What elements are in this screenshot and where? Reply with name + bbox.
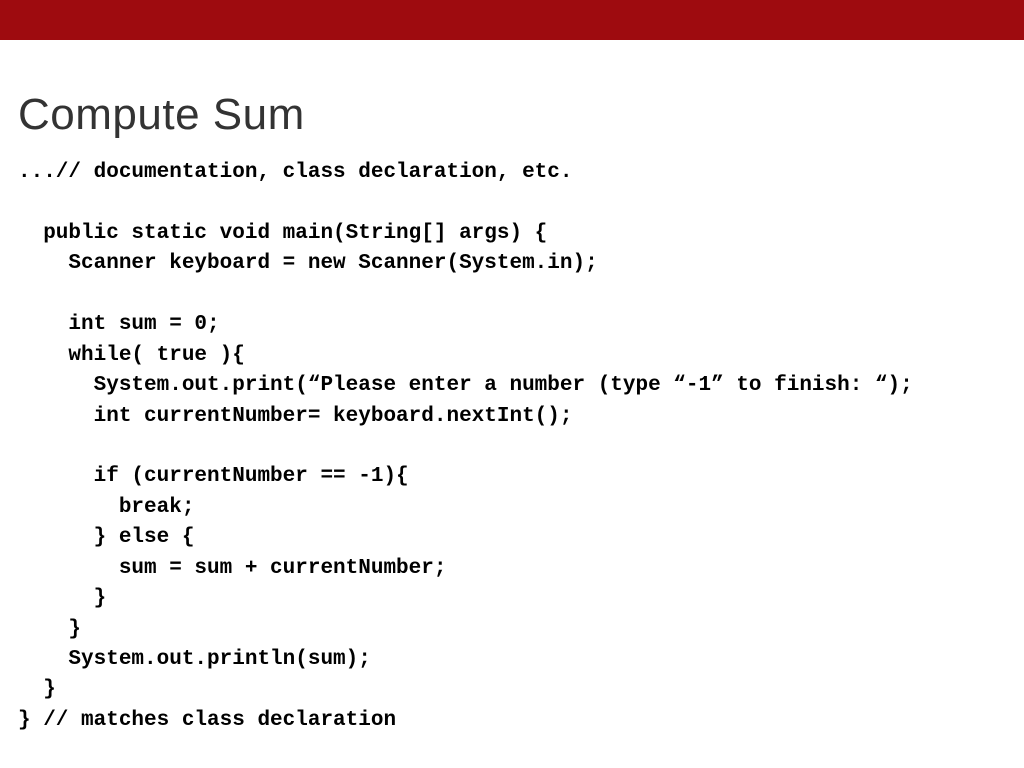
code-listing: ...// documentation, class declaration, … bbox=[18, 158, 1006, 736]
slide-header-bar bbox=[0, 0, 1024, 40]
slide-content: Compute Sum ...// documentation, class d… bbox=[0, 40, 1024, 736]
slide-title: Compute Sum bbox=[18, 90, 1006, 140]
